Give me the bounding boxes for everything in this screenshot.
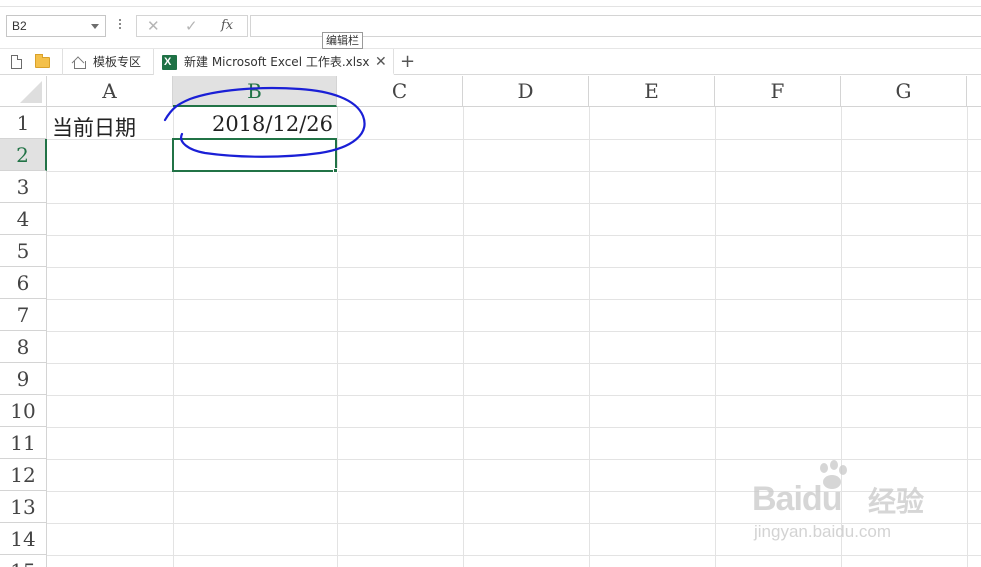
column-header-d[interactable]: D [463,76,589,107]
row-header-3[interactable]: 3 [0,171,47,203]
fill-handle[interactable] [333,168,338,173]
select-all-button[interactable] [0,76,47,107]
formula-bar: B2 ✕ ✓ fx [0,7,981,47]
gridline [47,555,981,556]
cancel-icon[interactable]: ✕ [147,17,160,35]
tab-label: 模板专区 [93,55,142,69]
column-header-c[interactable]: C [337,76,463,107]
row-header-9[interactable]: 9 [0,363,47,395]
gridline [715,107,716,567]
row-header-2[interactable]: 2 [0,139,47,171]
excel-file-icon [162,49,177,75]
gridline [47,427,981,428]
chevron-down-icon[interactable] [91,24,99,29]
gridline [47,331,981,332]
gridline [47,235,981,236]
gridline [47,267,981,268]
add-tab-icon[interactable]: + [400,50,415,74]
gridline [47,363,981,364]
row-header-15[interactable]: 15 [0,555,47,567]
name-box[interactable]: B2 [6,15,106,37]
row-header-10[interactable]: 10 [0,395,47,427]
row-header-6[interactable]: 6 [0,267,47,299]
formula-bar-tooltip: 编辑栏 [322,32,363,49]
row-header-12[interactable]: 12 [0,459,47,491]
tab-workbook[interactable]: 新建 Microsoft Excel 工作表.xlsx ✕ [154,49,394,75]
checkmark-icon[interactable]: ✓ [185,17,198,35]
cell-a1[interactable]: 当前日期 [52,112,136,142]
folder-icon[interactable] [35,54,50,68]
row-header-5[interactable]: 5 [0,235,47,267]
column-header-g[interactable]: G [841,76,967,107]
cell-b1[interactable]: 2018/12/26 [174,112,333,136]
column-header-b[interactable]: B [173,76,337,107]
gridline [47,459,981,460]
insert-function-icon[interactable]: fx [221,18,233,33]
gridline [173,107,174,567]
name-box-value: B2 [12,19,27,33]
close-icon[interactable]: ✕ [375,49,387,75]
column-header-e[interactable]: E [589,76,715,107]
gridline [589,107,590,567]
gridline [47,395,981,396]
row-header-8[interactable]: 8 [0,331,47,363]
row-header-7[interactable]: 7 [0,299,47,331]
tab-templates[interactable]: 模板专区 [62,49,154,75]
spreadsheet-grid[interactable]: A B C D E F G 1 2 3 4 5 6 7 8 9 10 11 12… [0,76,981,567]
gridline [967,107,968,567]
column-header-f[interactable]: F [715,76,841,107]
row-header-13[interactable]: 13 [0,491,47,523]
gridline [47,203,981,204]
gridline [47,491,981,492]
gridline [47,523,981,524]
row-header-4[interactable]: 4 [0,203,47,235]
row-header-14[interactable]: 14 [0,523,47,555]
gridline [47,299,981,300]
formula-actions: ✕ ✓ fx [136,15,248,37]
gridline [463,107,464,567]
new-document-icon[interactable] [11,55,22,69]
selected-cell-b2[interactable] [172,138,337,172]
gridline [841,107,842,567]
document-tab-bar: 模板专区 新建 Microsoft Excel 工作表.xlsx ✕ + [0,48,981,75]
row-header-11[interactable]: 11 [0,427,47,459]
column-header-h[interactable] [967,76,981,107]
row-header-1[interactable]: 1 [0,107,47,139]
gridline [337,107,338,567]
tab-label: 新建 Microsoft Excel 工作表.xlsx [184,55,370,69]
home-icon [73,56,86,69]
more-vertical-icon[interactable] [117,17,123,33]
ribbon-edge [0,0,981,7]
column-header-a[interactable]: A [47,76,173,107]
